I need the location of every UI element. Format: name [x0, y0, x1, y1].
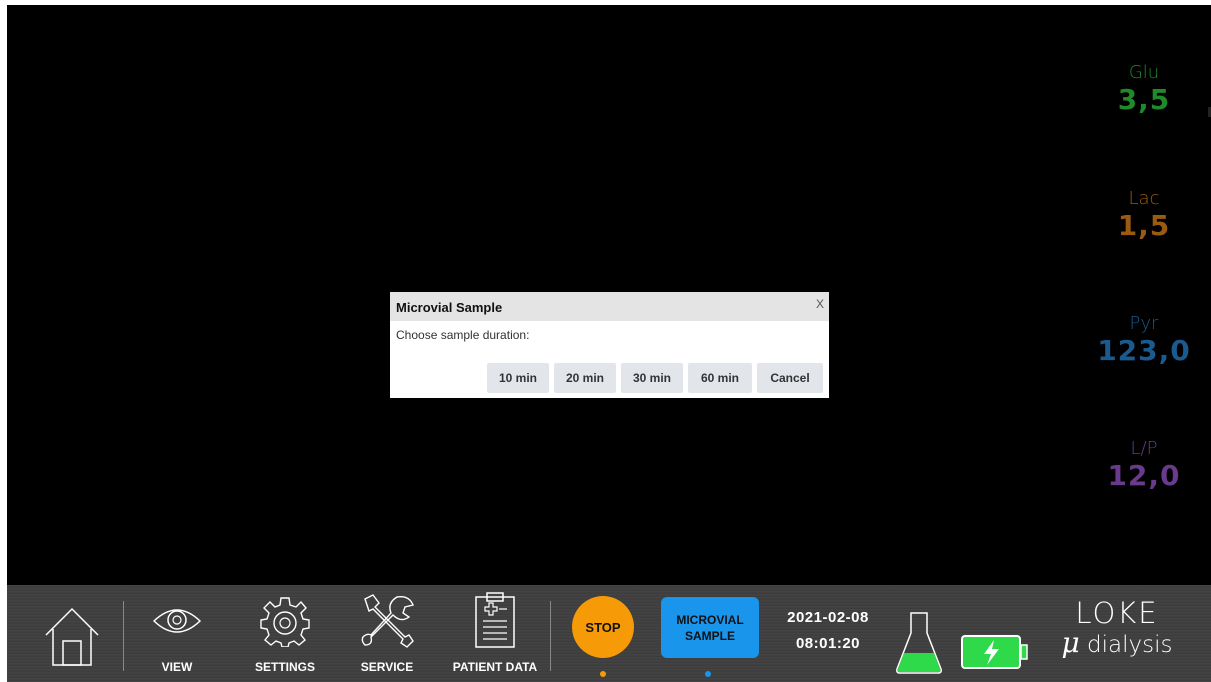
microvial-sample-dialog: Microvial Sample X Choose sample duratio…: [390, 292, 829, 398]
battery-charging-icon: [961, 635, 1028, 669]
service-button[interactable]: SERVICE: [351, 585, 423, 682]
pyruvate-value: 123,0: [1097, 334, 1191, 367]
logo-dialysis-text: dialysis: [1087, 632, 1173, 658]
lp-ratio-reading: L/P 12,0: [1089, 438, 1199, 492]
glucose-reading: Glu 3,5: [1089, 62, 1199, 116]
monitor-screen: Glu 3,5 Lac 1,5 Pyr 123,0 L/P 12,0 Micro…: [7, 5, 1211, 682]
dialog-titlebar: Microvial Sample X: [390, 292, 829, 321]
patient-data-button[interactable]: PATIENT DATA: [447, 585, 543, 682]
lp-ratio-value: 12,0: [1107, 459, 1181, 492]
settings-label: SETTINGS: [254, 660, 315, 674]
home-icon: [45, 607, 99, 666]
lactate-label: Lac: [1128, 188, 1160, 209]
toolbar-divider: [123, 601, 124, 671]
mu-symbol: μ: [1061, 626, 1080, 659]
settings-button[interactable]: SETTINGS: [245, 585, 325, 682]
clipboard-icon: [475, 592, 515, 648]
bottom-toolbar: VIEW SETTINGS SERVICE PATIENT DATA STOP …: [7, 585, 1211, 682]
duration-60-button[interactable]: 60 min: [688, 363, 752, 393]
patient-data-label: PATIENT DATA: [452, 660, 538, 674]
microvial-label-line1: MICROVIAL: [676, 612, 744, 627]
dialog-close-button[interactable]: X: [816, 297, 824, 311]
pyruvate-label: Pyr: [1129, 313, 1159, 334]
home-button[interactable]: [37, 585, 107, 682]
stop-button[interactable]: STOP: [572, 596, 634, 658]
pyruvate-reading: Pyr 123,0: [1089, 313, 1199, 367]
cancel-button[interactable]: Cancel: [757, 363, 823, 393]
lp-ratio-label: L/P: [1130, 438, 1158, 459]
date-text: 2021-02-08: [787, 609, 869, 626]
duration-30-button[interactable]: 30 min: [621, 363, 683, 393]
toolbar-divider: [550, 601, 551, 671]
gear-icon: [260, 597, 310, 647]
microvial-indicator-dot: [705, 671, 711, 677]
microvial-sample-button[interactable]: MICROVIAL SAMPLE: [661, 597, 759, 658]
loke-microdialysis-logo: LOKE μ dialysis: [1042, 597, 1192, 659]
glucose-value: 3,5: [1117, 83, 1171, 116]
eye-icon: [152, 609, 202, 633]
view-label: VIEW: [161, 660, 193, 674]
stop-indicator-dot: [600, 671, 606, 677]
microvial-label-line2: SAMPLE: [684, 628, 735, 643]
glucose-label: Glu: [1128, 62, 1160, 83]
duration-20-button[interactable]: 20 min: [554, 363, 616, 393]
dialog-buttons: 10 min 20 min 30 min 60 min Cancel: [487, 363, 823, 393]
lactate-value: 1,5: [1117, 209, 1171, 242]
duration-10-button[interactable]: 10 min: [487, 363, 549, 393]
dialog-prompt: Choose sample duration:: [396, 328, 530, 342]
logo-brand: LOKE: [1075, 596, 1159, 630]
flask-icon: [896, 612, 942, 674]
view-button[interactable]: VIEW: [147, 585, 207, 682]
lactate-reading: Lac 1,5: [1089, 188, 1199, 242]
datetime-display: 2021-02-08 08:01:20: [777, 605, 879, 657]
service-label: SERVICE: [360, 660, 414, 674]
time-text: 08:01:20: [795, 635, 861, 652]
logo-subtitle: μ dialysis: [1042, 629, 1192, 659]
dialog-title: Microvial Sample: [396, 300, 503, 315]
tools-icon: [361, 594, 414, 648]
